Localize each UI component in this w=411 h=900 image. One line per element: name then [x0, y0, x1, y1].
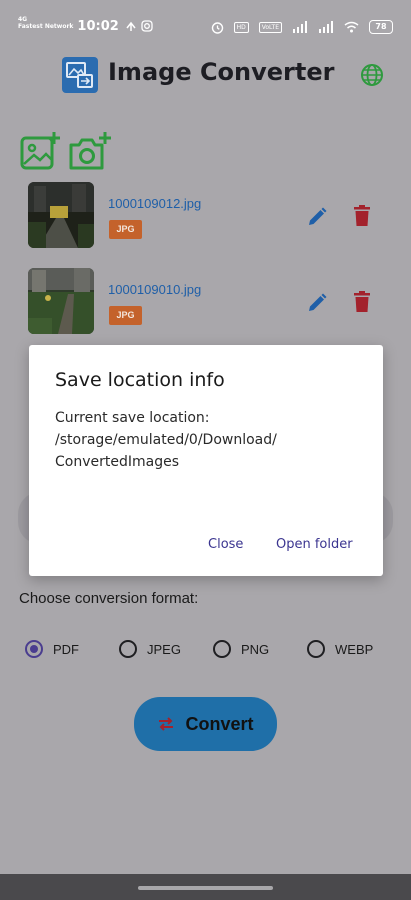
file-name[interactable]: 1000109010.jpg	[108, 282, 201, 297]
image-convert-logo-icon	[66, 62, 93, 88]
home-gesture-handle[interactable]	[138, 886, 273, 890]
file-row[interactable]: 1000109012.jpg JPG	[0, 182, 411, 254]
radio-option-pdf[interactable]: PDF	[25, 637, 79, 661]
instagram-icon	[141, 20, 153, 32]
wifi-icon	[344, 21, 359, 33]
dialog-title: Save location info	[55, 369, 225, 391]
carrier-name: Fastest Network	[18, 23, 74, 30]
radio-button[interactable]	[307, 640, 325, 658]
radio-button[interactable]	[119, 640, 137, 658]
status-right: HD VoLTE 78	[211, 20, 393, 34]
usb-icon	[126, 21, 136, 31]
edit-pencil-icon[interactable]	[306, 292, 328, 314]
battery-icon: 78	[369, 20, 393, 34]
add-from-gallery-icon[interactable]	[20, 130, 62, 170]
convert-label: Convert	[185, 713, 254, 734]
signal-icon	[293, 21, 307, 33]
dialog-message: Current save location: /storage/emulated…	[55, 407, 365, 473]
app-title: Image Converter	[108, 58, 335, 86]
open-folder-button[interactable]: Open folder	[276, 537, 353, 552]
radio-button-selected[interactable]	[25, 640, 43, 658]
convert-arrows-icon	[159, 717, 174, 731]
radio-label: JPEG	[147, 641, 181, 657]
radio-label: WEBP	[335, 641, 374, 657]
hd-tag: HD	[233, 21, 249, 33]
volte-tag: VoLTE	[258, 21, 282, 33]
radio-label: PDF	[53, 641, 79, 657]
format-badge: JPG	[109, 220, 142, 239]
file-name[interactable]: 1000109012.jpg	[108, 196, 201, 211]
app-logo	[62, 57, 98, 93]
add-from-camera-icon[interactable]	[68, 130, 112, 170]
format-badge: JPG	[109, 306, 142, 325]
image-thumbnail	[28, 182, 94, 248]
radio-option-jpeg[interactable]: JPEG	[119, 637, 181, 661]
language-globe-icon[interactable]	[360, 63, 384, 87]
notification-icons	[125, 20, 153, 32]
delete-trash-icon[interactable]	[352, 290, 372, 314]
save-location-dialog: Save location info Current save location…	[29, 345, 383, 576]
status-left: 4G Fastest Network 10:02	[18, 16, 153, 34]
radio-button[interactable]	[213, 640, 231, 658]
convert-button[interactable]: Convert	[134, 697, 277, 751]
radio-option-png[interactable]: PNG	[213, 637, 269, 661]
image-thumbnail	[28, 268, 94, 334]
alarm-icon	[211, 21, 223, 34]
format-section-label: Choose conversion format:	[19, 590, 199, 607]
status-bar: 4G Fastest Network 10:02 HD VoLTE 78	[0, 0, 411, 50]
edit-pencil-icon[interactable]	[306, 206, 328, 228]
dialog-line: Current save location:	[55, 410, 210, 426]
delete-trash-icon[interactable]	[352, 204, 372, 228]
close-button[interactable]: Close	[208, 537, 243, 552]
file-row[interactable]: 1000109010.jpg JPG	[0, 268, 411, 340]
signal-type: 4G	[18, 16, 28, 23]
system-nav-bar	[0, 874, 411, 900]
signal-icon-2	[319, 21, 333, 33]
radio-option-webp[interactable]: WEBP	[307, 637, 373, 661]
carrier: 4G Fastest Network	[18, 16, 73, 30]
dialog-path-line: /storage/emulated/0/Download/	[55, 432, 277, 448]
clock: 10:02	[77, 19, 119, 34]
dialog-path-line: ConvertedImages	[55, 454, 179, 470]
radio-label: PNG	[241, 641, 270, 657]
